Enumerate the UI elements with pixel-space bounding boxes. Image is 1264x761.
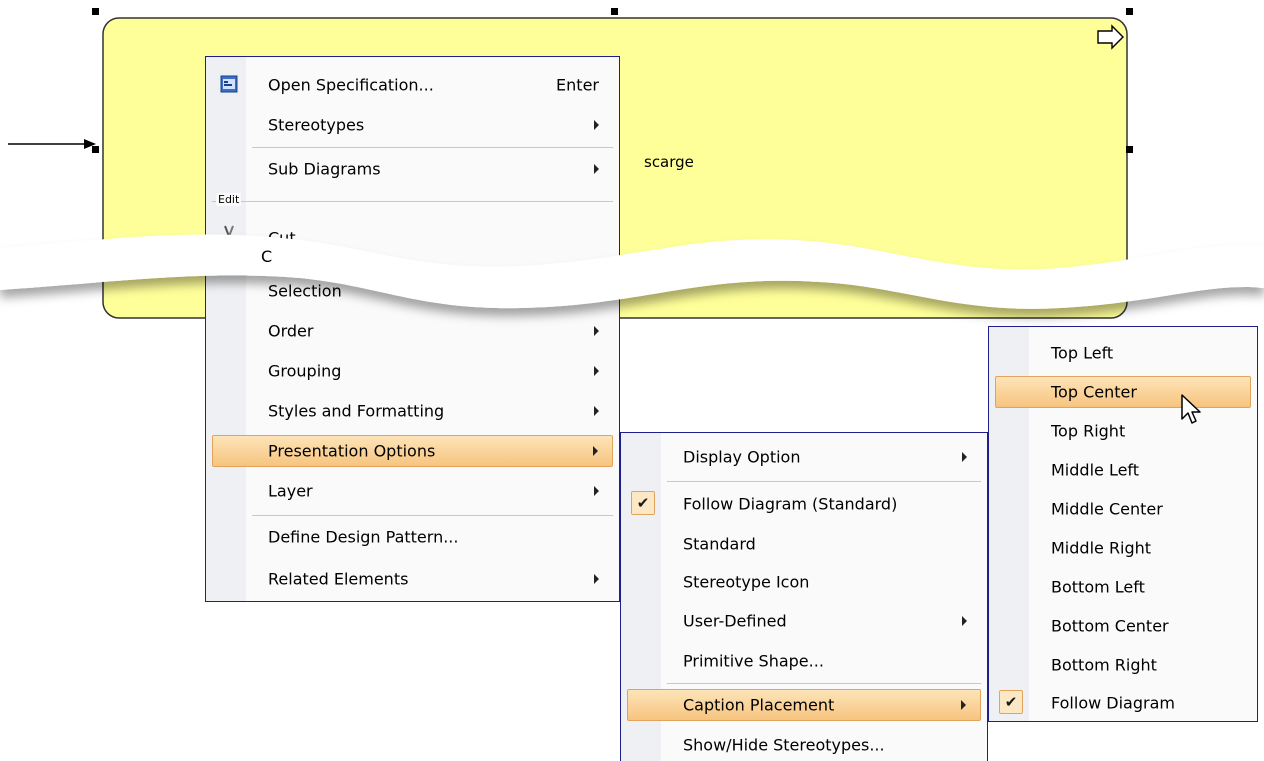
menu-item-label: Bottom Right — [1051, 655, 1157, 675]
menu-item-define-design-pattern[interactable]: Define Design Pattern... — [212, 521, 613, 553]
submenu-arrow-icon — [961, 700, 966, 710]
menu-item-stereotype-icon[interactable]: Stereotype Icon — [627, 566, 981, 598]
menu-group-label-edit: Edit — [216, 193, 242, 206]
torn-edge-break: C — [0, 234, 1264, 309]
menu-item-label: Open Specification... — [268, 75, 434, 95]
menu-separator — [252, 515, 613, 516]
menu-item-sub-diagrams[interactable]: Sub Diagrams — [212, 153, 613, 185]
menu-item-layer[interactable]: Layer — [212, 475, 613, 507]
submenu-arrow-icon — [962, 616, 967, 626]
menu-item-display-option[interactable]: Display Option — [627, 441, 981, 473]
menu-item-top-center[interactable]: Top Center — [995, 376, 1251, 408]
menu-item-bottom-left[interactable]: Bottom Left — [995, 571, 1251, 603]
menu-item-bottom-center[interactable]: Bottom Center — [995, 610, 1251, 642]
menu-item-stereotypes[interactable]: Stereotypes — [212, 109, 613, 141]
menu-item-label: Styles and Formatting — [268, 401, 445, 421]
menu-item-label: User-Defined — [683, 611, 787, 631]
submenu-arrow-icon — [594, 486, 599, 496]
menu-item-primitive-shape[interactable]: Primitive Shape... — [627, 645, 981, 677]
menu-group-separator: Edit — [212, 193, 613, 206]
submenu-arrow-icon — [962, 452, 967, 462]
checkmark-icon: ✔ — [631, 491, 655, 515]
checkmark-icon: ✔ — [999, 690, 1023, 714]
menu-item-label: Stereotypes — [268, 115, 365, 135]
menu-separator — [667, 481, 981, 482]
menu-item-label: Middle Right — [1051, 538, 1152, 558]
menu-item-label: Define Design Pattern... — [268, 527, 459, 547]
submenu-arrow-icon — [594, 366, 599, 376]
menu-item-grouping[interactable]: Grouping — [212, 355, 613, 387]
menu-item-label: Caption Placement — [683, 695, 835, 715]
caption-placement-submenu: Top Left Top Center Top Right Middle Lef… — [988, 326, 1258, 722]
menu-item-label: Top Center — [1051, 382, 1137, 402]
menu-item-label: Standard — [683, 534, 756, 554]
selection-handle[interactable] — [611, 8, 618, 15]
menu-item-partial-label: C — [261, 247, 272, 266]
menu-item-middle-center[interactable]: Middle Center — [995, 493, 1251, 525]
submenu-arrow-icon — [594, 406, 599, 416]
menu-item-caption-placement[interactable]: Caption Placement — [627, 689, 981, 721]
menu-item-bottom-right[interactable]: Bottom Right — [995, 649, 1251, 681]
menu-item-styles-and-formatting[interactable]: Styles and Formatting — [212, 395, 613, 427]
menu-item-label: Display Option — [683, 447, 801, 467]
menu-item-top-left[interactable]: Top Left — [995, 337, 1251, 369]
menu-item-label: Presentation Options — [268, 441, 436, 461]
menu-item-label: Top Left — [1051, 343, 1114, 363]
menu-separator — [252, 147, 613, 148]
menu-item-label: Middle Left — [1051, 460, 1140, 480]
menu-item-label: Related Elements — [268, 569, 409, 589]
menu-item-follow-diagram-standard[interactable]: ✔ Follow Diagram (Standard) — [627, 488, 981, 520]
presentation-options-submenu: Display Option ✔ Follow Diagram (Standar… — [620, 432, 988, 761]
menu-item-label: Top Right — [1051, 421, 1126, 441]
menu-item-related-elements[interactable]: Related Elements — [212, 563, 613, 595]
submenu-arrow-icon — [594, 120, 599, 130]
submenu-arrow-icon — [594, 164, 599, 174]
menu-item-user-defined[interactable]: User-Defined — [627, 605, 981, 637]
menu-item-label: Sub Diagrams — [268, 159, 381, 179]
menu-item-label: Layer — [268, 481, 313, 501]
menu-item-presentation-options[interactable]: Presentation Options — [212, 435, 613, 467]
menu-item-show-hide-stereotypes[interactable]: Show/Hide Stereotypes... — [627, 729, 981, 761]
menu-item-label: Grouping — [268, 361, 342, 381]
menu-item-label: Show/Hide Stereotypes... — [683, 735, 885, 755]
menu-item-shortcut: Enter — [556, 75, 599, 95]
menu-item-label: Stereotype Icon — [683, 572, 810, 592]
menu-separator — [667, 683, 981, 684]
selection-handle[interactable] — [92, 146, 99, 153]
submenu-arrow-icon — [593, 446, 598, 456]
menu-item-label: Follow Diagram — [1051, 693, 1175, 713]
menu-item-label: Bottom Left — [1051, 577, 1145, 597]
menu-item-label: Middle Center — [1051, 499, 1163, 519]
element-caption: scarge — [644, 153, 694, 171]
menu-item-label: Follow Diagram (Standard) — [683, 494, 898, 514]
menu-item-open-specification[interactable]: Open Specification... Enter — [212, 69, 613, 101]
menu-item-top-right[interactable]: Top Right — [995, 415, 1251, 447]
menu-item-label: Bottom Center — [1051, 616, 1169, 636]
mouse-pointer-icon — [1181, 394, 1201, 424]
menu-item-middle-right[interactable]: Middle Right — [995, 532, 1251, 564]
selection-handle[interactable] — [1126, 8, 1133, 15]
menu-item-label: Primitive Shape... — [683, 651, 824, 671]
menu-item-follow-diagram[interactable]: ✔ Follow Diagram — [995, 687, 1251, 719]
selection-handle[interactable] — [92, 8, 99, 15]
submenu-arrow-icon — [594, 574, 599, 584]
specification-icon — [220, 75, 238, 93]
menu-item-standard[interactable]: Standard — [627, 528, 981, 560]
selection-handle[interactable] — [1126, 146, 1133, 153]
menu-item-middle-left[interactable]: Middle Left — [995, 454, 1251, 486]
